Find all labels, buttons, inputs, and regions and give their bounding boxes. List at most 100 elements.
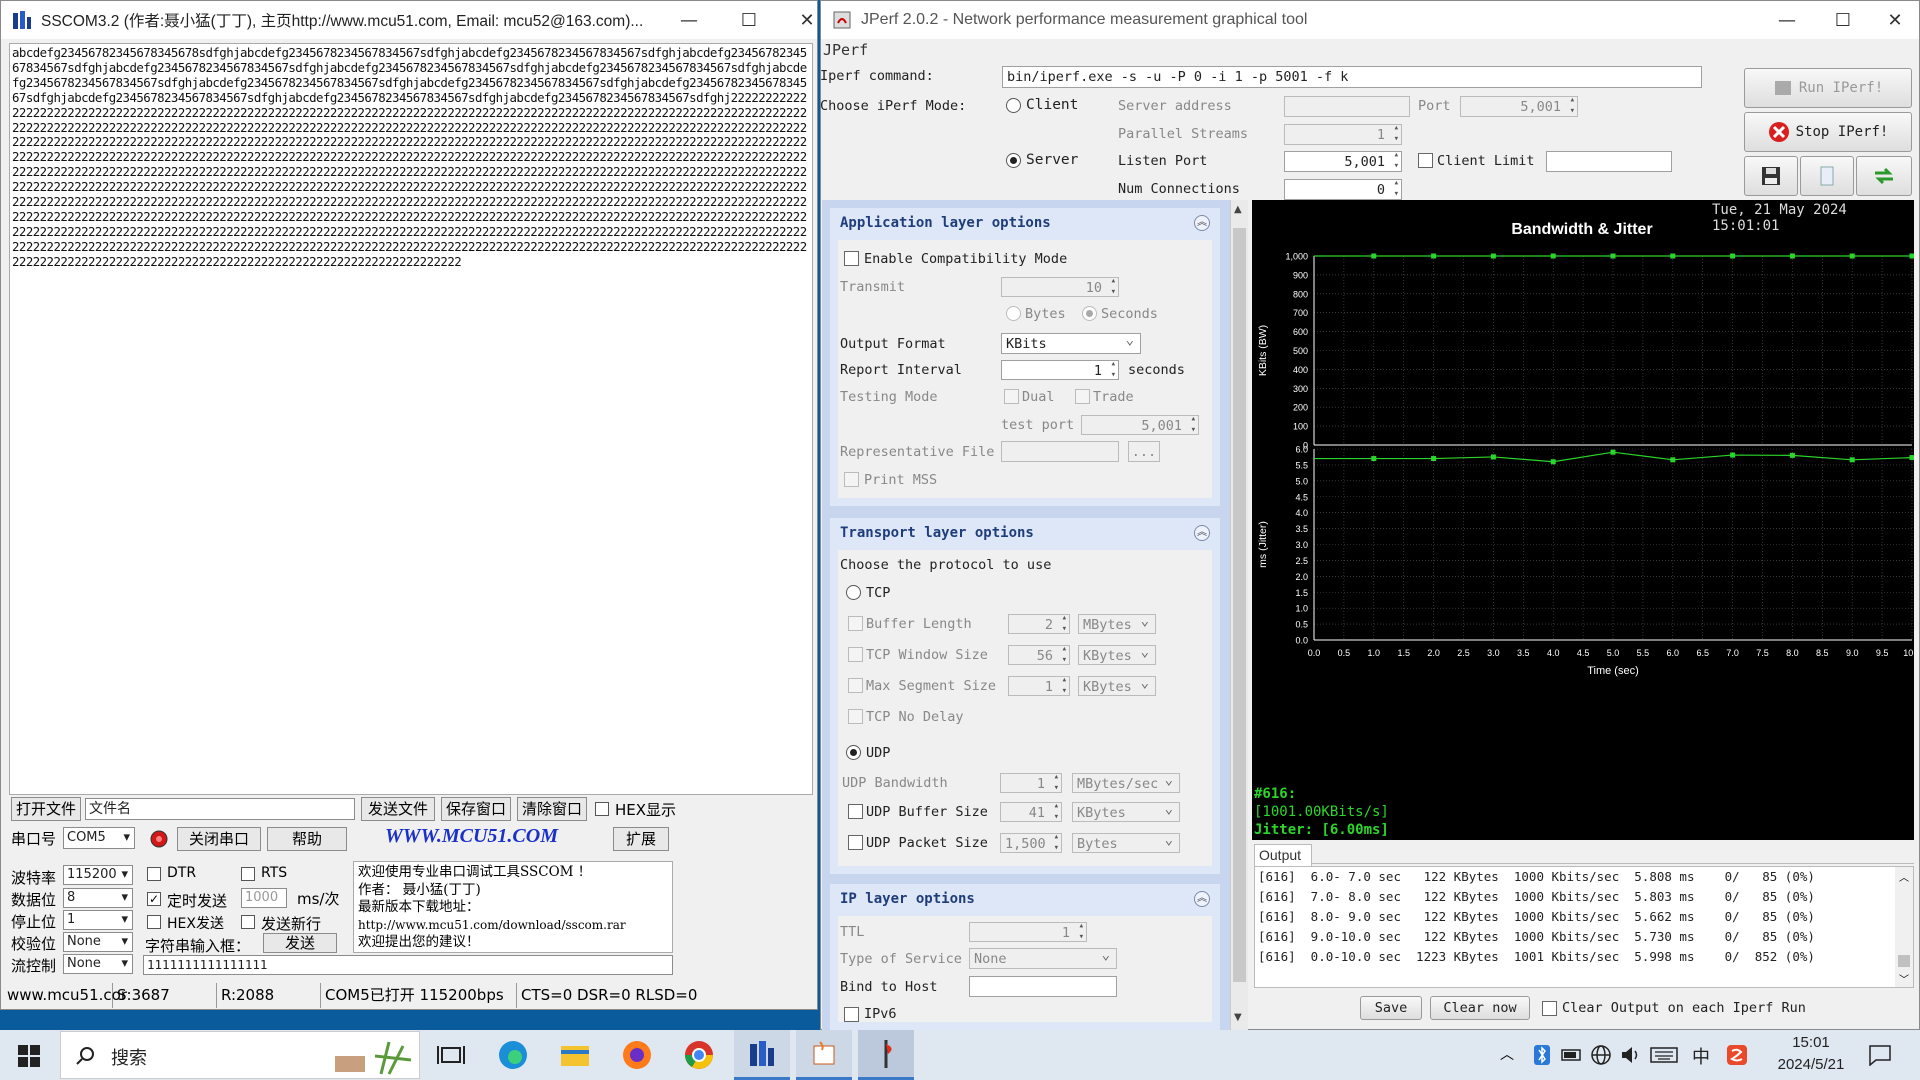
window-size-unit[interactable]: KBytes bbox=[1078, 645, 1156, 665]
udp-packet-unit[interactable]: Bytes bbox=[1072, 833, 1180, 853]
scroll-thumb[interactable] bbox=[1233, 228, 1246, 982]
collapse-icon[interactable]: ︽ bbox=[1194, 525, 1210, 541]
send-button[interactable]: 发送 bbox=[263, 933, 337, 953]
collapse-icon[interactable]: ︽ bbox=[1194, 891, 1210, 907]
num-connections-field[interactable]: 0 bbox=[1284, 179, 1402, 200]
java-task-button[interactable] bbox=[796, 1030, 852, 1080]
tray-chevron-icon[interactable]: ︿ bbox=[1500, 1044, 1514, 1064]
hex-send-checkbox[interactable] bbox=[147, 915, 161, 929]
seconds-radio[interactable] bbox=[1082, 306, 1097, 321]
port-select[interactable]: COM5 bbox=[63, 827, 135, 849]
output-area[interactable]: ︿ ﹀ bbox=[1254, 866, 1914, 988]
window-size-checkbox[interactable] bbox=[848, 647, 863, 662]
max-segment-checkbox[interactable] bbox=[848, 678, 863, 693]
transmit-field[interactable]: 10 bbox=[1001, 277, 1119, 297]
server-address-field[interactable] bbox=[1284, 96, 1410, 117]
command-field[interactable]: bin/iperf.exe -s -u -P 0 -i 1 -p 5001 -f… bbox=[1002, 66, 1702, 88]
baud-select[interactable]: 115200 bbox=[63, 865, 133, 885]
compat-checkbox[interactable] bbox=[844, 251, 859, 266]
open-file-button[interactable]: 打开文件 bbox=[11, 797, 81, 821]
bluetooth-icon[interactable] bbox=[1532, 1044, 1552, 1066]
jperf-menu[interactable]: JPerf bbox=[823, 41, 868, 59]
clock-time[interactable]: 15:01 bbox=[1776, 1034, 1846, 1051]
save-config-button[interactable] bbox=[1744, 156, 1798, 196]
firefox-icon[interactable] bbox=[620, 1038, 654, 1072]
load-config-button[interactable] bbox=[1800, 156, 1854, 196]
scroll-up-icon[interactable]: ︿ bbox=[1899, 869, 1909, 884]
clear-each-checkbox[interactable] bbox=[1542, 1001, 1557, 1016]
udp-packet-field[interactable]: 1,500 bbox=[1000, 833, 1062, 853]
stop-bits-select[interactable]: 1 bbox=[63, 910, 133, 930]
save-window-button[interactable]: 保存窗口 bbox=[441, 797, 511, 821]
rep-file-field[interactable] bbox=[1001, 441, 1119, 462]
no-delay-checkbox[interactable] bbox=[848, 709, 863, 724]
test-port-field[interactable]: 5,001 bbox=[1081, 415, 1199, 435]
server-radio[interactable] bbox=[1006, 153, 1021, 168]
udp-bandwidth-unit[interactable]: MBytes/sec bbox=[1072, 773, 1180, 793]
max-segment-field[interactable]: 1 bbox=[1008, 676, 1070, 696]
jperf-task-button[interactable] bbox=[858, 1030, 914, 1080]
scroll-thumb[interactable] bbox=[1898, 955, 1910, 967]
udp-buffer-field[interactable]: 41 bbox=[1000, 802, 1062, 822]
scroll-down-icon[interactable]: ﹀ bbox=[1899, 971, 1909, 986]
expand-button[interactable]: 扩展 bbox=[613, 827, 669, 851]
clock-date[interactable]: 2024/5/21 bbox=[1766, 1056, 1856, 1073]
parallel-streams-field[interactable]: 1 bbox=[1284, 124, 1402, 145]
scroll-up-icon[interactable]: ▲ bbox=[1234, 204, 1242, 215]
tcp-radio[interactable] bbox=[846, 585, 861, 600]
buffer-length-unit[interactable]: MBytes bbox=[1078, 614, 1156, 634]
clear-window-button[interactable]: 清除窗口 bbox=[517, 797, 587, 821]
rts-checkbox[interactable] bbox=[241, 867, 255, 881]
chrome-icon[interactable] bbox=[682, 1038, 716, 1072]
port-field[interactable]: 5,001 bbox=[1460, 96, 1578, 117]
output-save-button[interactable]: Save bbox=[1360, 996, 1422, 1020]
maximize-button[interactable]: ☐ bbox=[1815, 1, 1871, 39]
output-tab[interactable]: Output bbox=[1254, 844, 1312, 866]
website-link[interactable]: WWW.MCU51.COM bbox=[385, 825, 558, 848]
volume-icon[interactable] bbox=[1620, 1045, 1642, 1065]
close-port-button[interactable]: 关闭串口 bbox=[177, 827, 261, 851]
buffer-length-checkbox[interactable] bbox=[848, 616, 863, 631]
battery-icon[interactable] bbox=[1560, 1046, 1584, 1064]
tos-select[interactable]: None bbox=[969, 948, 1117, 969]
send-newline-checkbox[interactable] bbox=[241, 915, 255, 929]
max-segment-unit[interactable]: KBytes bbox=[1078, 676, 1156, 696]
print-mss-checkbox[interactable] bbox=[844, 472, 859, 487]
scroll-down-icon[interactable]: ▼ bbox=[1234, 1012, 1242, 1023]
windows-start-icon[interactable] bbox=[18, 1045, 40, 1067]
refresh-button[interactable] bbox=[1856, 156, 1912, 196]
task-view-icon[interactable] bbox=[434, 1038, 468, 1072]
notification-icon[interactable] bbox=[1868, 1044, 1892, 1066]
trade-checkbox[interactable] bbox=[1075, 389, 1090, 404]
run-iperf-button[interactable]: Run IPerf! bbox=[1744, 68, 1912, 108]
output-format-select[interactable]: KBits bbox=[1001, 333, 1141, 354]
file-name-field[interactable]: 文件名 bbox=[85, 798, 355, 820]
parity-select[interactable]: None bbox=[63, 932, 133, 952]
flow-select[interactable]: None bbox=[63, 954, 133, 974]
stop-iperf-button[interactable]: Stop IPerf! bbox=[1744, 112, 1912, 152]
buffer-length-field[interactable]: 2 bbox=[1008, 614, 1070, 634]
network-globe-icon[interactable] bbox=[1590, 1044, 1612, 1066]
interval-field[interactable]: 1000 bbox=[241, 888, 287, 908]
output-scrollbar[interactable]: ︿ ﹀ bbox=[1895, 867, 1913, 987]
keyboard-icon[interactable] bbox=[1650, 1046, 1678, 1064]
udp-buffer-unit[interactable]: KBytes bbox=[1072, 802, 1180, 822]
timed-send-checkbox[interactable]: ✓ bbox=[147, 892, 161, 906]
jperf-titlebar[interactable]: JPerf 2.0.2 - Network performance measur… bbox=[821, 1, 1919, 39]
browse-button[interactable]: ... bbox=[1128, 441, 1160, 462]
report-interval-field[interactable]: 1 bbox=[1001, 360, 1119, 380]
dual-checkbox[interactable] bbox=[1004, 389, 1019, 404]
listen-port-field[interactable]: 5,001 bbox=[1284, 151, 1402, 172]
bind-host-field[interactable] bbox=[969, 976, 1117, 997]
clear-now-button[interactable]: Clear now bbox=[1430, 996, 1530, 1020]
data-bits-select[interactable]: 8 bbox=[63, 888, 133, 908]
send-text-field[interactable]: 1111111111111111 bbox=[143, 955, 673, 975]
close-button[interactable]: ✕ bbox=[1867, 1, 1920, 39]
udp-bandwidth-field[interactable]: 1 bbox=[1000, 773, 1062, 793]
bytes-radio[interactable] bbox=[1006, 306, 1021, 321]
client-radio[interactable] bbox=[1006, 98, 1021, 113]
udp-buffer-checkbox[interactable] bbox=[848, 804, 863, 819]
hex-display-checkbox[interactable] bbox=[595, 802, 609, 816]
window-size-field[interactable]: 56 bbox=[1008, 645, 1070, 665]
receive-area[interactable]: abcdefg23456782345678345678sdfghjabcdefg… bbox=[9, 43, 813, 795]
